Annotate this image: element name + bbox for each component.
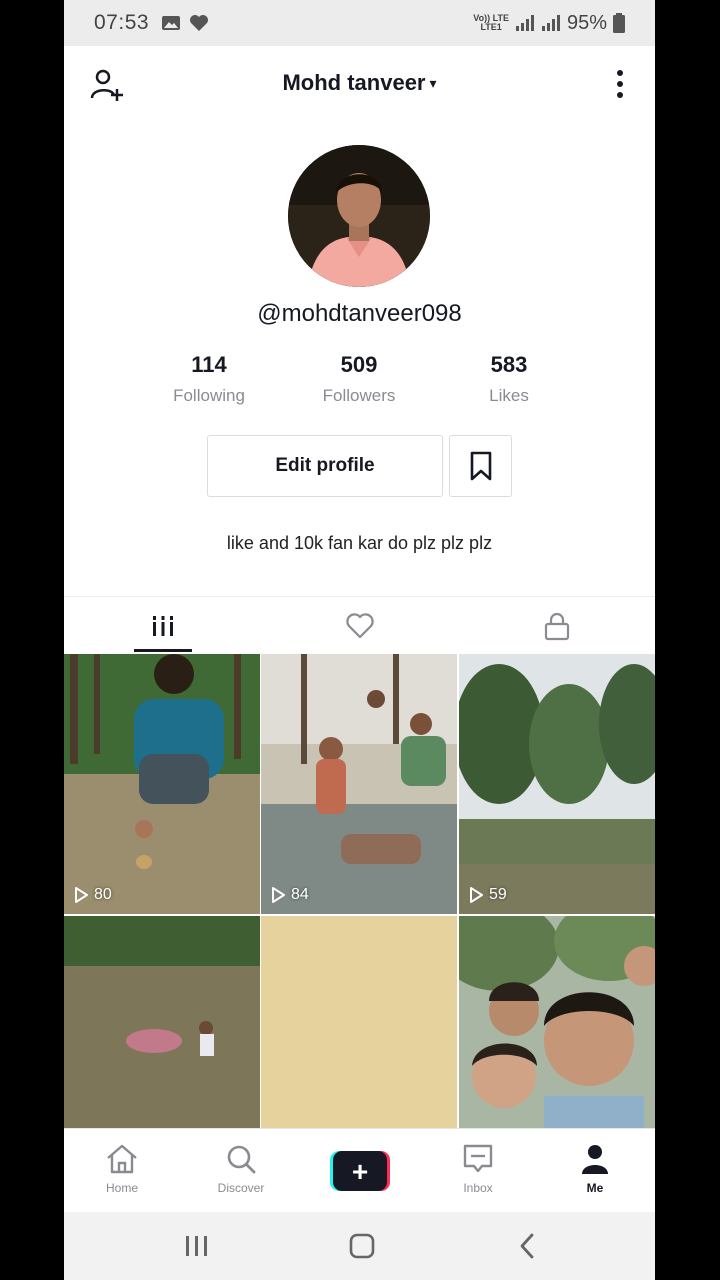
nav-discover[interactable]: Discover bbox=[191, 1143, 291, 1195]
health-heart-icon bbox=[190, 15, 209, 31]
profile-tabs bbox=[64, 596, 655, 654]
likes-label: Likes bbox=[489, 386, 529, 405]
home-system-button[interactable] bbox=[342, 1230, 382, 1262]
play-icon bbox=[470, 887, 483, 903]
battery-icon bbox=[613, 13, 625, 33]
following-count: 114 bbox=[191, 352, 227, 377]
video-thumbnail-image bbox=[459, 654, 655, 914]
heart-icon bbox=[345, 613, 374, 639]
profile-header: Mohd tanveer ▾ bbox=[64, 46, 655, 122]
status-time: 07:53 bbox=[94, 11, 150, 34]
video-thumbnail[interactable] bbox=[64, 916, 260, 1128]
signal-icon bbox=[515, 15, 534, 31]
video-thumbnail-image bbox=[261, 916, 457, 1128]
view-count-value: 59 bbox=[489, 886, 507, 903]
create-video-button[interactable]: + bbox=[330, 1151, 390, 1191]
recent-apps-button[interactable] bbox=[176, 1230, 216, 1262]
back-chevron-icon bbox=[520, 1233, 534, 1259]
play-icon bbox=[272, 887, 285, 903]
video-thumbnail[interactable]: 84 bbox=[261, 654, 457, 914]
signal-icon-2 bbox=[541, 15, 560, 31]
recent-apps-icon bbox=[186, 1236, 207, 1256]
video-thumbnail[interactable] bbox=[261, 916, 457, 1128]
video-thumbnail-image bbox=[64, 916, 260, 1128]
nav-inbox[interactable]: Inbox bbox=[428, 1143, 528, 1195]
home-icon bbox=[107, 1144, 137, 1174]
following-stat[interactable]: 114 Following bbox=[144, 352, 274, 406]
nav-discover-label: Discover bbox=[217, 1181, 265, 1195]
video-grid: 80 84 59 bbox=[64, 654, 655, 1128]
active-tab-indicator bbox=[134, 649, 192, 652]
nav-me-label: Me bbox=[586, 1181, 604, 1195]
tab-liked[interactable] bbox=[261, 597, 458, 655]
view-count: 59 bbox=[469, 886, 507, 904]
followers-stat[interactable]: 509 Followers bbox=[294, 352, 424, 406]
system-nav-bar bbox=[64, 1212, 655, 1280]
tab-videos[interactable] bbox=[64, 597, 261, 655]
view-count: 84 bbox=[271, 886, 309, 904]
video-thumbnail-image bbox=[261, 654, 457, 914]
search-icon bbox=[227, 1145, 256, 1174]
video-thumbnail-image bbox=[459, 916, 655, 1128]
more-vertical-icon bbox=[617, 70, 623, 98]
video-thumbnail[interactable]: 59 bbox=[459, 654, 655, 914]
profile-bio: like and 10k fan kar do plz plz plz bbox=[226, 533, 493, 553]
chevron-down-icon: ▾ bbox=[429, 75, 437, 91]
following-label: Following bbox=[173, 386, 245, 405]
video-thumbnail-image bbox=[64, 654, 260, 914]
followers-label: Followers bbox=[322, 386, 396, 405]
profile-handle: @mohdtanveer098 bbox=[257, 300, 462, 327]
battery-percent: 95% bbox=[566, 11, 607, 34]
play-icon bbox=[75, 887, 88, 903]
account-switcher[interactable]: Mohd tanveer ▾ bbox=[64, 70, 655, 96]
view-count-value: 84 bbox=[291, 886, 309, 903]
status-bar: 07:53 Vo)) LTE LTE1 95% bbox=[64, 0, 655, 46]
more-options-button[interactable] bbox=[613, 68, 627, 100]
inbox-icon bbox=[463, 1144, 493, 1173]
videos-grid-icon bbox=[150, 616, 175, 636]
create-plus-icon: + bbox=[330, 1151, 390, 1191]
back-button[interactable] bbox=[508, 1230, 548, 1262]
nav-home-label: Home bbox=[105, 1181, 138, 1195]
followers-count: 509 bbox=[340, 352, 378, 377]
phone-screen: 07:53 Vo)) LTE LTE1 95% Mohd tanveer ▾ @… bbox=[64, 0, 655, 1280]
gallery-icon bbox=[162, 16, 181, 30]
profile-icon bbox=[582, 1145, 608, 1174]
video-thumbnail[interactable]: 80 bbox=[64, 654, 260, 914]
home-circle-icon bbox=[349, 1233, 375, 1259]
nav-inbox-label: Inbox bbox=[463, 1181, 493, 1195]
create-plus-label: + bbox=[352, 1156, 368, 1187]
favorites-button[interactable] bbox=[449, 435, 512, 497]
bottom-nav: Home Discover + Inbox Me bbox=[64, 1128, 655, 1212]
page-title: Mohd tanveer bbox=[282, 70, 426, 95]
lock-icon bbox=[544, 612, 569, 641]
video-thumbnail[interactable] bbox=[459, 916, 655, 1128]
bookmark-icon bbox=[470, 451, 491, 481]
nav-home[interactable]: Home bbox=[72, 1143, 172, 1195]
view-count: 80 bbox=[74, 886, 112, 904]
avatar-image bbox=[288, 145, 430, 287]
likes-stat[interactable]: 583 Likes bbox=[444, 352, 574, 406]
edit-profile-button[interactable]: Edit profile bbox=[207, 435, 443, 497]
avatar[interactable] bbox=[288, 145, 430, 287]
tab-private[interactable] bbox=[458, 597, 655, 655]
likes-count: 583 bbox=[490, 352, 528, 377]
view-count-value: 80 bbox=[94, 886, 112, 903]
network-type-bottom: LTE1 bbox=[480, 22, 502, 32]
nav-me[interactable]: Me bbox=[545, 1143, 645, 1195]
